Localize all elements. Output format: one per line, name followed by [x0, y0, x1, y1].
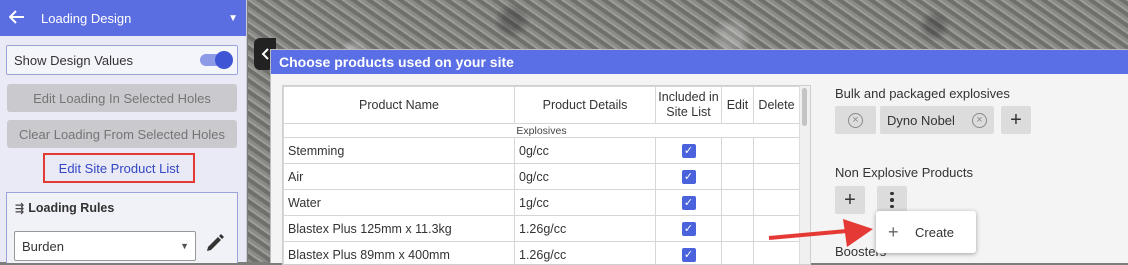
- remove-icon[interactable]: ×: [972, 113, 987, 128]
- caret-down-icon[interactable]: ▼: [228, 13, 238, 24]
- product-details: 1g/cc: [515, 190, 656, 216]
- product-details: 0g/cc: [515, 164, 656, 190]
- chip-dyno-nobel[interactable]: Dyno Nobel ×: [880, 106, 994, 134]
- remove-icon[interactable]: ×: [848, 113, 863, 128]
- col-delete: Delete: [754, 87, 800, 124]
- col-product-name: Product Name: [284, 87, 515, 124]
- more-options-button[interactable]: [877, 186, 907, 214]
- edit-site-product-list-link[interactable]: Edit Site Product List: [43, 153, 195, 183]
- sidebar-header: Loading Design ▼: [0, 0, 246, 36]
- chip-dyno-nobel-label: Dyno Nobel: [887, 113, 972, 128]
- col-edit: Edit: [722, 87, 754, 124]
- product-table: Product Name Product Details Included in…: [283, 86, 800, 265]
- pencil-icon[interactable]: [204, 233, 224, 255]
- included-checkbox[interactable]: ✓: [682, 222, 696, 236]
- product-name: Water: [284, 190, 515, 216]
- product-name: Air: [284, 164, 515, 190]
- annotation-arrow-icon: [765, 217, 875, 255]
- included-checkbox[interactable]: ✓: [682, 248, 696, 262]
- rules-icon: ⇶: [15, 202, 24, 215]
- col-included: Included in Site List: [656, 87, 722, 124]
- loading-rules-title: Loading Rules: [28, 201, 114, 215]
- create-menu-item[interactable]: Create: [915, 225, 954, 240]
- edit-loading-button[interactable]: Edit Loading In Selected Holes: [7, 84, 237, 112]
- rule-select[interactable]: Burden ▼: [14, 231, 196, 261]
- product-modal: Choose products used on your site Produc…: [270, 49, 1128, 263]
- empty-chip[interactable]: ×: [835, 106, 876, 134]
- group-label-explosives: Explosives: [284, 124, 800, 138]
- product-name: Stemming: [284, 138, 515, 164]
- product-details: 1.26g/cc: [515, 216, 656, 242]
- product-name: Blastex Plus 125mm x 11.3kg: [284, 216, 515, 242]
- included-checkbox[interactable]: ✓: [682, 170, 696, 184]
- show-design-values-row: Show Design Values: [6, 45, 238, 75]
- table-row: Blastex Plus 89mm x 400mm 1.26g/cc ✓: [284, 242, 800, 265]
- add-non-explosive-button[interactable]: +: [835, 186, 865, 214]
- add-bulk-button[interactable]: +: [1001, 106, 1031, 134]
- included-checkbox[interactable]: ✓: [682, 144, 696, 158]
- loading-rules-header: ⇶ Loading Rules: [15, 201, 237, 215]
- col-product-details: Product Details: [515, 87, 656, 124]
- show-design-values-toggle[interactable]: [200, 54, 230, 66]
- product-name: Blastex Plus 89mm x 400mm: [284, 242, 515, 265]
- included-checkbox[interactable]: ✓: [682, 196, 696, 210]
- sidebar-title: Loading Design: [41, 11, 228, 26]
- sidebar: Loading Design ▼ Show Design Values Edit…: [0, 0, 247, 262]
- bulk-explosives-label: Bulk and packaged explosives: [835, 86, 1010, 101]
- show-design-values-label: Show Design Values: [14, 53, 200, 68]
- chevron-down-icon: ▼: [180, 241, 189, 251]
- product-details: 1.26g/cc: [515, 242, 656, 265]
- back-arrow-icon[interactable]: [9, 9, 29, 27]
- kebab-icon: [890, 192, 894, 209]
- scrollbar-thumb[interactable]: [802, 88, 807, 126]
- modal-title: Choose products used on your site: [271, 50, 1128, 74]
- loading-rules-section: ⇶ Loading Rules Burden ▼: [6, 192, 238, 263]
- plus-icon: +: [844, 189, 856, 212]
- table-row: Air 0g/cc ✓: [284, 164, 800, 190]
- clear-loading-button[interactable]: Clear Loading From Selected Holes: [7, 120, 237, 148]
- product-details: 0g/cc: [515, 138, 656, 164]
- toggle-knob: [215, 51, 233, 69]
- product-table-container: Product Name Product Details Included in…: [282, 85, 811, 265]
- create-menu: + Create: [876, 211, 976, 253]
- chevron-left-icon: [261, 48, 269, 60]
- table-row: Blastex Plus 125mm x 11.3kg 1.26g/cc ✓: [284, 216, 800, 242]
- non-explosive-label: Non Explosive Products: [835, 165, 973, 180]
- table-row: Stemming 0g/cc ✓: [284, 138, 800, 164]
- table-row: Water 1g/cc ✓: [284, 190, 800, 216]
- plus-icon: +: [888, 222, 904, 243]
- rule-select-value: Burden: [22, 239, 180, 254]
- plus-icon: +: [1010, 109, 1022, 132]
